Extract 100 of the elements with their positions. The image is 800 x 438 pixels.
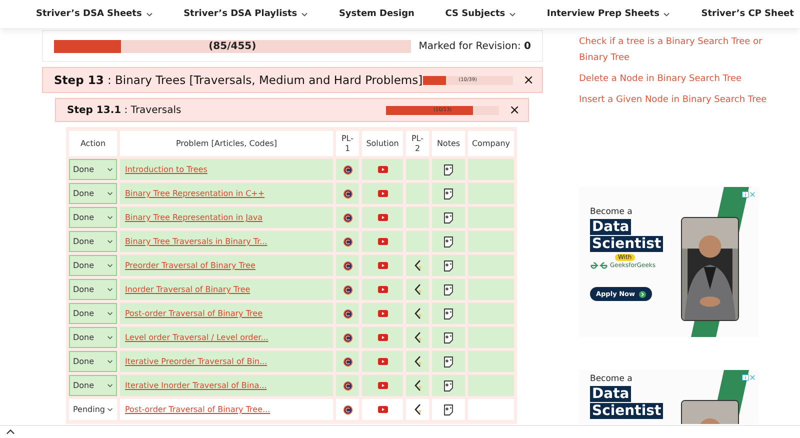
problem-link[interactable]: Inorder Traversal of Binary Tree [120,285,250,294]
problem-link[interactable]: Preorder Traversal of Binary Tree [120,261,256,270]
play-video-icon[interactable] [378,166,388,174]
play-video-icon[interactable] [378,406,388,414]
play-video-icon[interactable] [378,238,388,246]
play-video-icon[interactable] [378,214,388,222]
problem-link[interactable]: Iterative Inorder Traversal of Bina... [120,381,267,390]
leaf-icon[interactable] [414,356,422,367]
ad-headline: Scientist [590,236,664,252]
caret-down-icon [509,12,516,16]
course-logo-icon[interactable] [342,404,352,414]
add-note-icon[interactable] [443,236,454,248]
ad-info-icon[interactable] [742,191,756,198]
brand-logo-icon [590,262,608,269]
nav-menu-item[interactable]: Interview Prep Sheets [546,9,670,19]
caret-down-icon [107,215,113,220]
nav-menu-item[interactable]: Striver’s DSA Playlists [184,9,308,19]
course-logo-icon[interactable] [342,236,352,246]
add-note-icon[interactable] [443,284,454,296]
nav-menu-item[interactable]: CS Subjects [445,9,516,19]
play-video-icon[interactable] [378,286,388,294]
table-cell [468,351,514,372]
status-dropdown[interactable]: Done [69,231,117,252]
leaf-icon[interactable] [414,380,422,391]
ad-text: Become a [590,207,632,217]
related-problem-link[interactable]: Delete a Node in Binary Search Tree [579,71,779,87]
status-dropdown[interactable]: Done [69,327,117,348]
status-dropdown[interactable]: Done [69,159,117,180]
close-button[interactable]: × [509,104,520,116]
problem-link[interactable]: Binary Tree Representation in C++ [120,189,265,198]
caret-down-icon [107,263,113,268]
problem-link[interactable]: Post-order Traversal of Binary Tree... [120,405,270,414]
progress-count: (85/455) [208,40,258,52]
caret-down-icon [107,167,113,172]
leaf-icon[interactable] [414,404,422,415]
add-note-icon[interactable] [443,404,454,416]
play-video-icon[interactable] [378,190,388,198]
status-dropdown[interactable]: Done [69,351,117,372]
caret-down-icon [107,239,113,244]
problem-link[interactable]: Post-order Traversal of Binary Tree [120,309,263,318]
add-note-icon[interactable] [443,164,454,176]
status-dropdown[interactable]: Done [69,279,117,300]
caret-down-icon [146,12,153,16]
caret-down-icon [107,191,113,196]
play-video-icon[interactable] [378,262,388,270]
caret-down-icon [107,359,113,364]
arrow-right-icon [638,290,646,298]
course-logo-icon[interactable] [342,164,352,174]
course-logo-icon[interactable] [342,308,352,318]
leaf-icon[interactable] [414,284,422,295]
nav-menu-item[interactable]: Striver’s CP Sheet [701,9,794,19]
caret-up-icon[interactable] [6,429,15,435]
course-logo-icon[interactable] [342,332,352,342]
problem-link[interactable]: Binary Tree Traversals in Binary Tr... [120,237,268,246]
problem-link[interactable]: Level order Traversal / Level order... [120,333,268,342]
nav-menu-item[interactable]: System Design [338,9,414,19]
play-video-icon[interactable] [378,334,388,342]
add-note-icon[interactable] [443,380,454,392]
table-cell [468,375,514,396]
status-dropdown[interactable]: Done [69,375,117,396]
course-logo-icon[interactable] [342,188,352,198]
play-video-icon[interactable] [378,310,388,318]
related-problem-link[interactable]: Check if a tree is a Binary Search Tree or Binary Tree [579,34,779,66]
add-note-icon[interactable] [443,332,454,344]
ad-headline: Data [590,219,632,235]
status-dropdown[interactable]: Pending [69,399,117,420]
add-note-icon[interactable] [443,212,454,224]
column-header: Solution [362,131,403,156]
ad-headline: Data [590,386,632,402]
related-problem-link[interactable]: Insert a Given Node in Binary Search Tree [579,92,779,108]
leaf-icon[interactable] [414,260,422,271]
problem-link[interactable]: Binary Tree Representation in Java [120,213,262,222]
add-note-icon[interactable] [443,356,454,368]
leaf-icon[interactable] [414,308,422,319]
table-cell [468,231,514,252]
course-logo-icon[interactable] [342,284,352,294]
close-button[interactable]: × [523,74,534,86]
problem-link[interactable]: Iterative Preorder Traversal of Bin... [120,357,268,366]
add-note-icon[interactable] [443,308,454,320]
course-logo-icon[interactable] [342,212,352,222]
ad-info-icon[interactable] [742,374,756,381]
column-header: Company [468,131,514,156]
course-logo-icon[interactable] [342,260,352,270]
play-video-icon[interactable] [378,382,388,390]
caret-down-icon [663,12,670,16]
status-dropdown[interactable]: Done [69,183,117,204]
course-logo-icon[interactable] [342,356,352,366]
nav-menu-item[interactable]: Striver’s DSA Sheets [36,9,153,19]
play-video-icon[interactable] [378,358,388,366]
problem-link[interactable]: Introduction to Trees [120,165,208,174]
add-note-icon[interactable] [443,188,454,200]
advertisement-banner[interactable]: Become a Data Scientist [579,370,759,424]
table-cell [468,327,514,348]
status-dropdown[interactable]: Done [69,207,117,228]
status-dropdown[interactable]: Done [69,303,117,324]
course-logo-icon[interactable] [342,380,352,390]
add-note-icon[interactable] [443,260,454,272]
caret-down-icon [107,311,113,316]
leaf-icon[interactable] [414,332,422,343]
status-dropdown[interactable]: Done [69,255,117,276]
